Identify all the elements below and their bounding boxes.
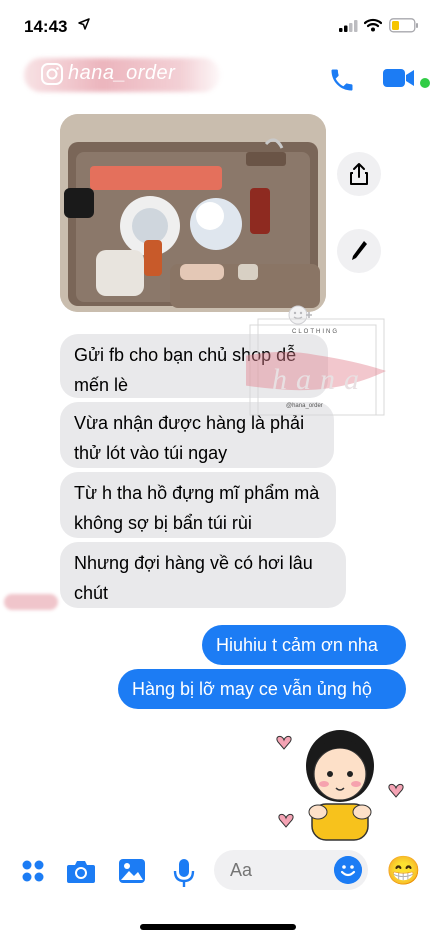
outgoing-message[interactable]: Hiuhiu t cảm ơn nha (202, 625, 406, 665)
bag-organizer-photo (60, 114, 326, 312)
photo-gallery-icon[interactable] (118, 858, 146, 884)
signal-bars-icon (339, 20, 358, 32)
watermark-line1: CLOTHING (292, 329, 340, 335)
girl-sticker[interactable] (268, 722, 408, 842)
wifi-icon (364, 18, 382, 32)
share-button[interactable] (337, 152, 381, 196)
camera-icon[interactable] (66, 858, 96, 884)
message-composer[interactable] (214, 850, 368, 890)
share-icon (350, 163, 368, 185)
online-status-dot (418, 76, 432, 90)
home-indicator (140, 924, 296, 930)
instagram-icon (41, 63, 63, 85)
watermark-line2: hana (272, 363, 368, 396)
quick-emoji-button[interactable]: 😁 (386, 856, 421, 886)
contact-name[interactable]: hana_order (68, 62, 175, 85)
edit-button[interactable] (337, 229, 381, 273)
pencil-icon (352, 241, 367, 260)
microphone-icon[interactable] (173, 858, 195, 888)
conversation-header: hana_order (0, 52, 434, 102)
status-time: 14:43 (24, 17, 68, 36)
incoming-message[interactable]: Từ h tha hồ đựng mĩ phẩm mà không sợ bị … (60, 472, 336, 538)
incoming-message[interactable]: Nhưng đợi hàng về có hơi lâu chút (60, 542, 346, 608)
read-receipt-avatar (4, 594, 58, 610)
composer-toolbar (0, 848, 434, 900)
outgoing-message[interactable]: Hàng bị lỡ may ce vẫn ủng hộ (118, 669, 406, 709)
hana-watermark: CLOTHING hana @hana_order (246, 315, 386, 417)
menu-grid-icon[interactable] (20, 858, 46, 884)
message-input[interactable] (230, 850, 330, 890)
status-bar: 14:43 (0, 0, 434, 50)
battery-low-icon (389, 18, 418, 33)
shared-photo[interactable] (60, 114, 326, 312)
phone-icon[interactable] (328, 66, 356, 94)
video-call-icon[interactable] (382, 66, 416, 90)
location-arrow-icon (78, 18, 90, 30)
smiley-icon[interactable] (334, 856, 362, 884)
watermark-line3: @hana_order (286, 403, 323, 409)
